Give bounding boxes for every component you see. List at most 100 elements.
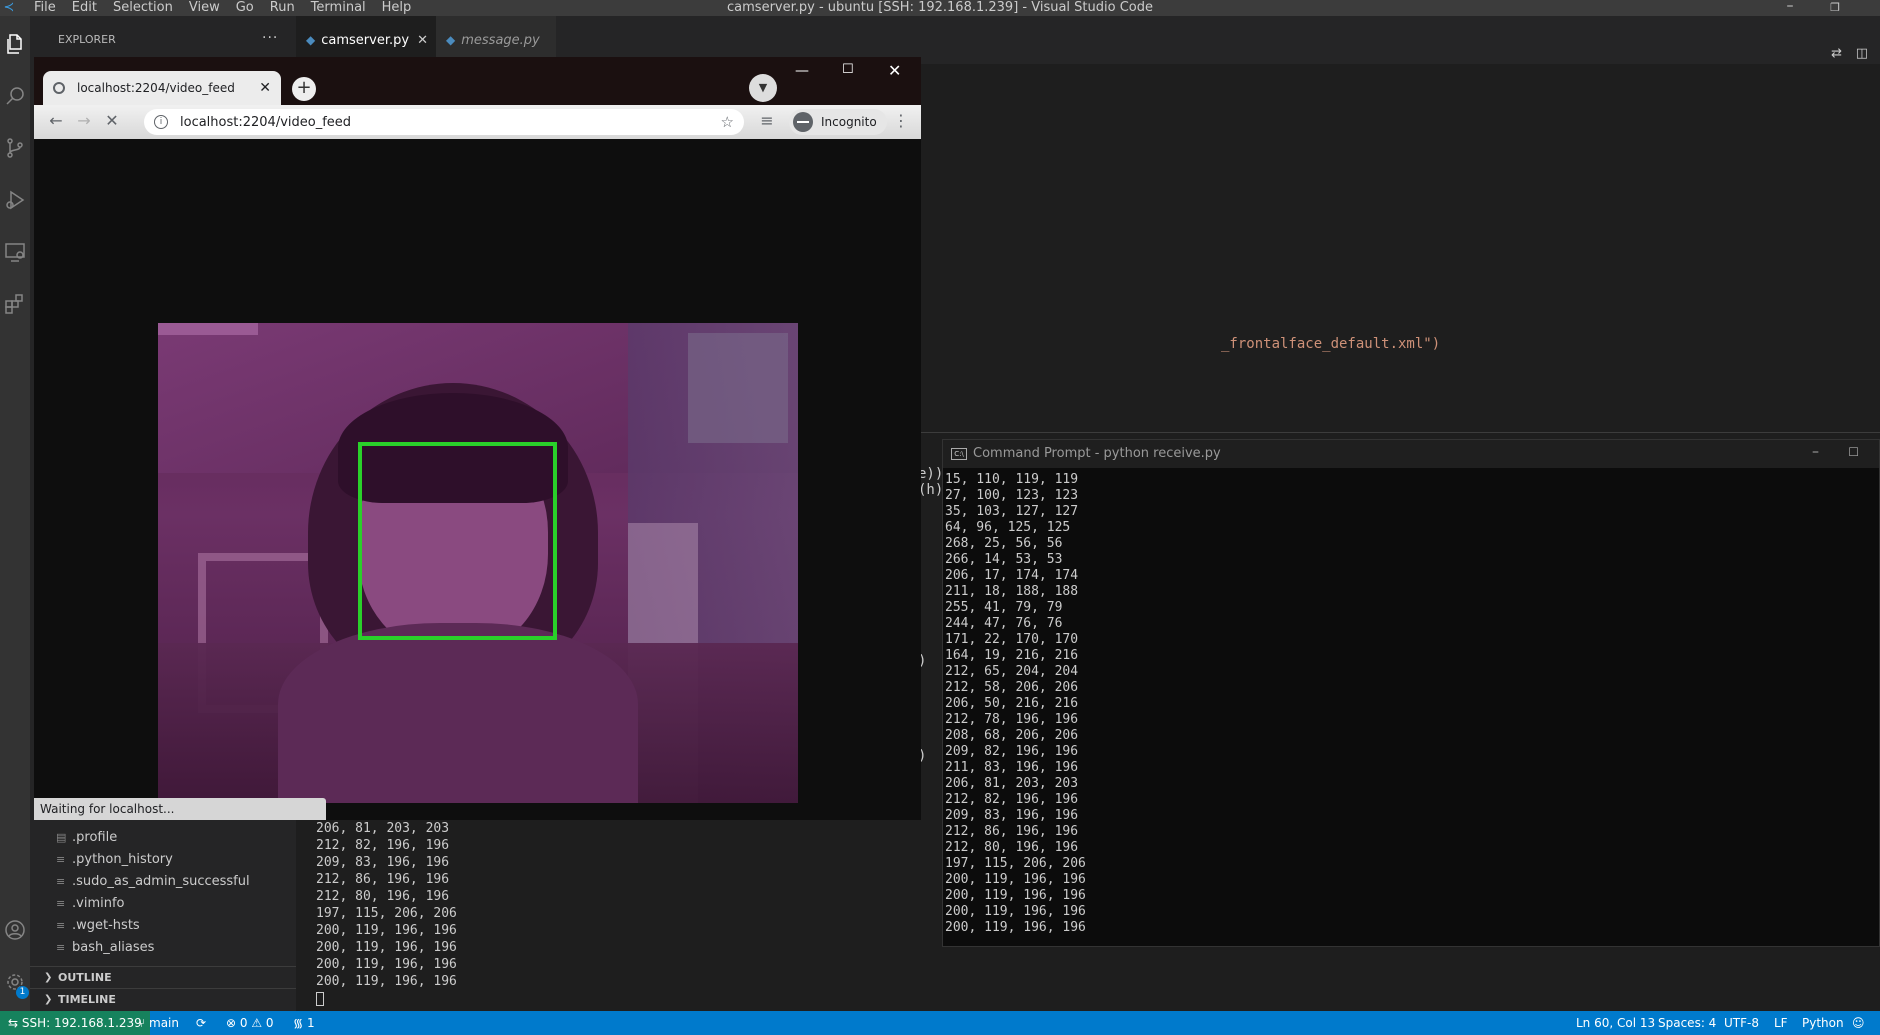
sync-icon[interactable]: ⟳: [196, 1011, 206, 1035]
browser-window[interactable]: localhost:2204/video_feed ✕ + ▼ — ☐ ✕ ← …: [34, 57, 921, 820]
cmd-output-line: 209, 82, 196, 196: [945, 744, 1079, 759]
explorer-icon[interactable]: [0, 24, 30, 64]
git-branch-icon: ⑂: [138, 1016, 150, 1030]
cmd-output-line: 206, 17, 174, 174: [945, 568, 1079, 583]
timeline-section-header[interactable]: ❯ TIMELINE: [30, 988, 296, 1010]
python-file-icon: ◆: [446, 33, 456, 47]
vscode-logo-icon: ≺: [3, 0, 15, 15]
command-prompt-titlebar[interactable]: C:\ Command Prompt - python receive.py –…: [943, 440, 1879, 468]
error-count: 0: [239, 1016, 248, 1030]
minimize-button[interactable]: –: [1812, 444, 1819, 460]
menu-selection[interactable]: Selection: [113, 0, 173, 15]
chevron-right-icon: ❯: [44, 994, 53, 1005]
extensions-icon[interactable]: [0, 284, 30, 324]
run-debug-icon[interactable]: [0, 180, 30, 220]
site-info-icon[interactable]: i: [154, 115, 168, 129]
new-tab-button[interactable]: +: [292, 77, 316, 101]
bookmark-star-icon[interactable]: ☆: [721, 113, 734, 131]
cmd-output-line: 211, 83, 196, 196: [945, 760, 1079, 775]
end-of-line[interactable]: LF: [1774, 1011, 1788, 1035]
menu-help[interactable]: Help: [382, 0, 412, 15]
close-window-button[interactable]: ✕: [888, 61, 901, 80]
menu-view[interactable]: View: [189, 0, 220, 15]
cmd-output-line: 211, 18, 188, 188: [945, 584, 1079, 599]
tab-search-button[interactable]: ▼: [749, 74, 777, 102]
file-item[interactable]: ≡ .sudo_as_admin_successful: [30, 870, 296, 892]
terminal-line: 212, 86, 196, 196: [316, 872, 450, 887]
file-item[interactable]: ≡ .python_history: [30, 848, 296, 870]
incognito-label: Incognito: [821, 115, 877, 129]
ports-indicator[interactable]: ᯾ 1: [293, 1011, 315, 1035]
python-file-icon: ◆: [306, 33, 316, 47]
back-arrow-icon[interactable]: ←: [45, 110, 67, 132]
cmd-output-line: 266, 14, 53, 53: [945, 552, 1063, 567]
close-icon[interactable]: ✕: [417, 33, 428, 48]
kebab-menu-icon[interactable]: ⋮: [890, 110, 912, 132]
cmd-output-line: 197, 115, 206, 206: [945, 856, 1086, 871]
outline-section-header[interactable]: ❯ OUTLINE: [30, 966, 296, 988]
cmd-output-line: 200, 119, 196, 196: [945, 904, 1086, 919]
cmd-output-line: 200, 119, 196, 196: [945, 920, 1086, 935]
restore-button[interactable]: ❐: [1815, 0, 1855, 16]
command-prompt-window[interactable]: C:\ Command Prompt - python receive.py –…: [942, 439, 1880, 947]
branch-label: main: [149, 1016, 179, 1030]
remote-explorer-icon[interactable]: [0, 232, 30, 272]
encoding[interactable]: UTF-8: [1724, 1011, 1759, 1035]
maximize-button[interactable]: ☐: [842, 62, 854, 77]
forward-arrow-icon[interactable]: →: [73, 110, 95, 132]
terminal-cursor: [316, 991, 324, 1006]
file-tree: ▤ .profile ≡ .python_history ≡ .sudo_as_adm…: [30, 826, 296, 958]
explorer-title: EXPLORER: [58, 33, 116, 46]
incognito-indicator[interactable]: Incognito: [789, 109, 887, 135]
terminal-line: 206, 81, 203, 203: [316, 821, 450, 836]
remote-icon: ⇆: [8, 1016, 22, 1030]
language-mode[interactable]: Python: [1802, 1011, 1844, 1035]
settings-gear-icon[interactable]: 1: [0, 962, 30, 1002]
file-item[interactable]: ≡ .wget-hsts: [30, 914, 296, 936]
feedback-icon[interactable]: ☺: [1852, 1011, 1865, 1035]
file-item[interactable]: ≡ .viminfo: [30, 892, 296, 914]
tab-label: message.py: [461, 32, 540, 48]
loading-favicon-icon: [53, 82, 65, 94]
cmd-output-line: 206, 81, 203, 203: [945, 776, 1079, 791]
account-icon[interactable]: [0, 910, 30, 950]
incognito-icon: [793, 112, 813, 132]
outline-label: OUTLINE: [58, 971, 112, 984]
terminal-line: 209, 83, 196, 196: [316, 855, 450, 870]
menu-run[interactable]: Run: [270, 0, 295, 15]
menu-file[interactable]: File: [34, 0, 56, 15]
menu-edit[interactable]: Edit: [72, 0, 97, 15]
close-icon[interactable]: ✕: [259, 80, 271, 96]
search-icon[interactable]: [0, 76, 30, 116]
split-editor-icon[interactable]: ◫: [1856, 46, 1868, 61]
chevron-right-icon: ❯: [44, 972, 53, 983]
file-name: .profile: [72, 829, 118, 845]
cmd-output-line: 212, 58, 206, 206: [945, 680, 1079, 695]
command-prompt-title: Command Prompt - python receive.py: [973, 446, 1221, 461]
problems-indicator[interactable]: ⊗ 0 ⚠ 0: [226, 1011, 274, 1035]
activity-bar: 1: [0, 16, 30, 1011]
menu-terminal[interactable]: Terminal: [311, 0, 366, 15]
reading-list-icon[interactable]: ≡: [756, 110, 778, 132]
cmd-output-line: 27, 100, 123, 123: [945, 488, 1079, 503]
maximize-button[interactable]: ☐: [1848, 445, 1859, 459]
indentation[interactable]: Spaces: 4: [1658, 1011, 1716, 1035]
file-item[interactable]: ≡ bash_aliases: [30, 936, 296, 958]
more-actions-button[interactable]: ···: [262, 30, 278, 46]
url-text: localhost:2204/video_feed: [180, 114, 352, 130]
browser-tab[interactable]: localhost:2204/video_feed ✕: [43, 71, 281, 105]
minimize-button[interactable]: –: [1770, 0, 1810, 16]
compare-changes-icon[interactable]: ⇄: [1831, 46, 1842, 61]
branch-indicator[interactable]: ⑂ main: [138, 1011, 179, 1035]
file-item[interactable]: ▤ .profile: [30, 826, 296, 848]
source-control-icon[interactable]: [0, 128, 30, 168]
cmd-output-line: 171, 22, 170, 170: [945, 632, 1079, 647]
file-name: .wget-hsts: [72, 917, 140, 933]
menu-go[interactable]: Go: [236, 0, 254, 15]
address-bar[interactable]: i localhost:2204/video_feed ☆: [144, 109, 744, 135]
minimize-button[interactable]: —: [795, 63, 809, 79]
cmd-output-line: 244, 47, 76, 76: [945, 616, 1063, 631]
remote-indicator[interactable]: ⇆ SSH: 192.168.1.239: [0, 1011, 150, 1035]
cursor-position[interactable]: Ln 60, Col 13: [1576, 1011, 1655, 1035]
stop-loading-icon[interactable]: ✕: [101, 110, 123, 132]
